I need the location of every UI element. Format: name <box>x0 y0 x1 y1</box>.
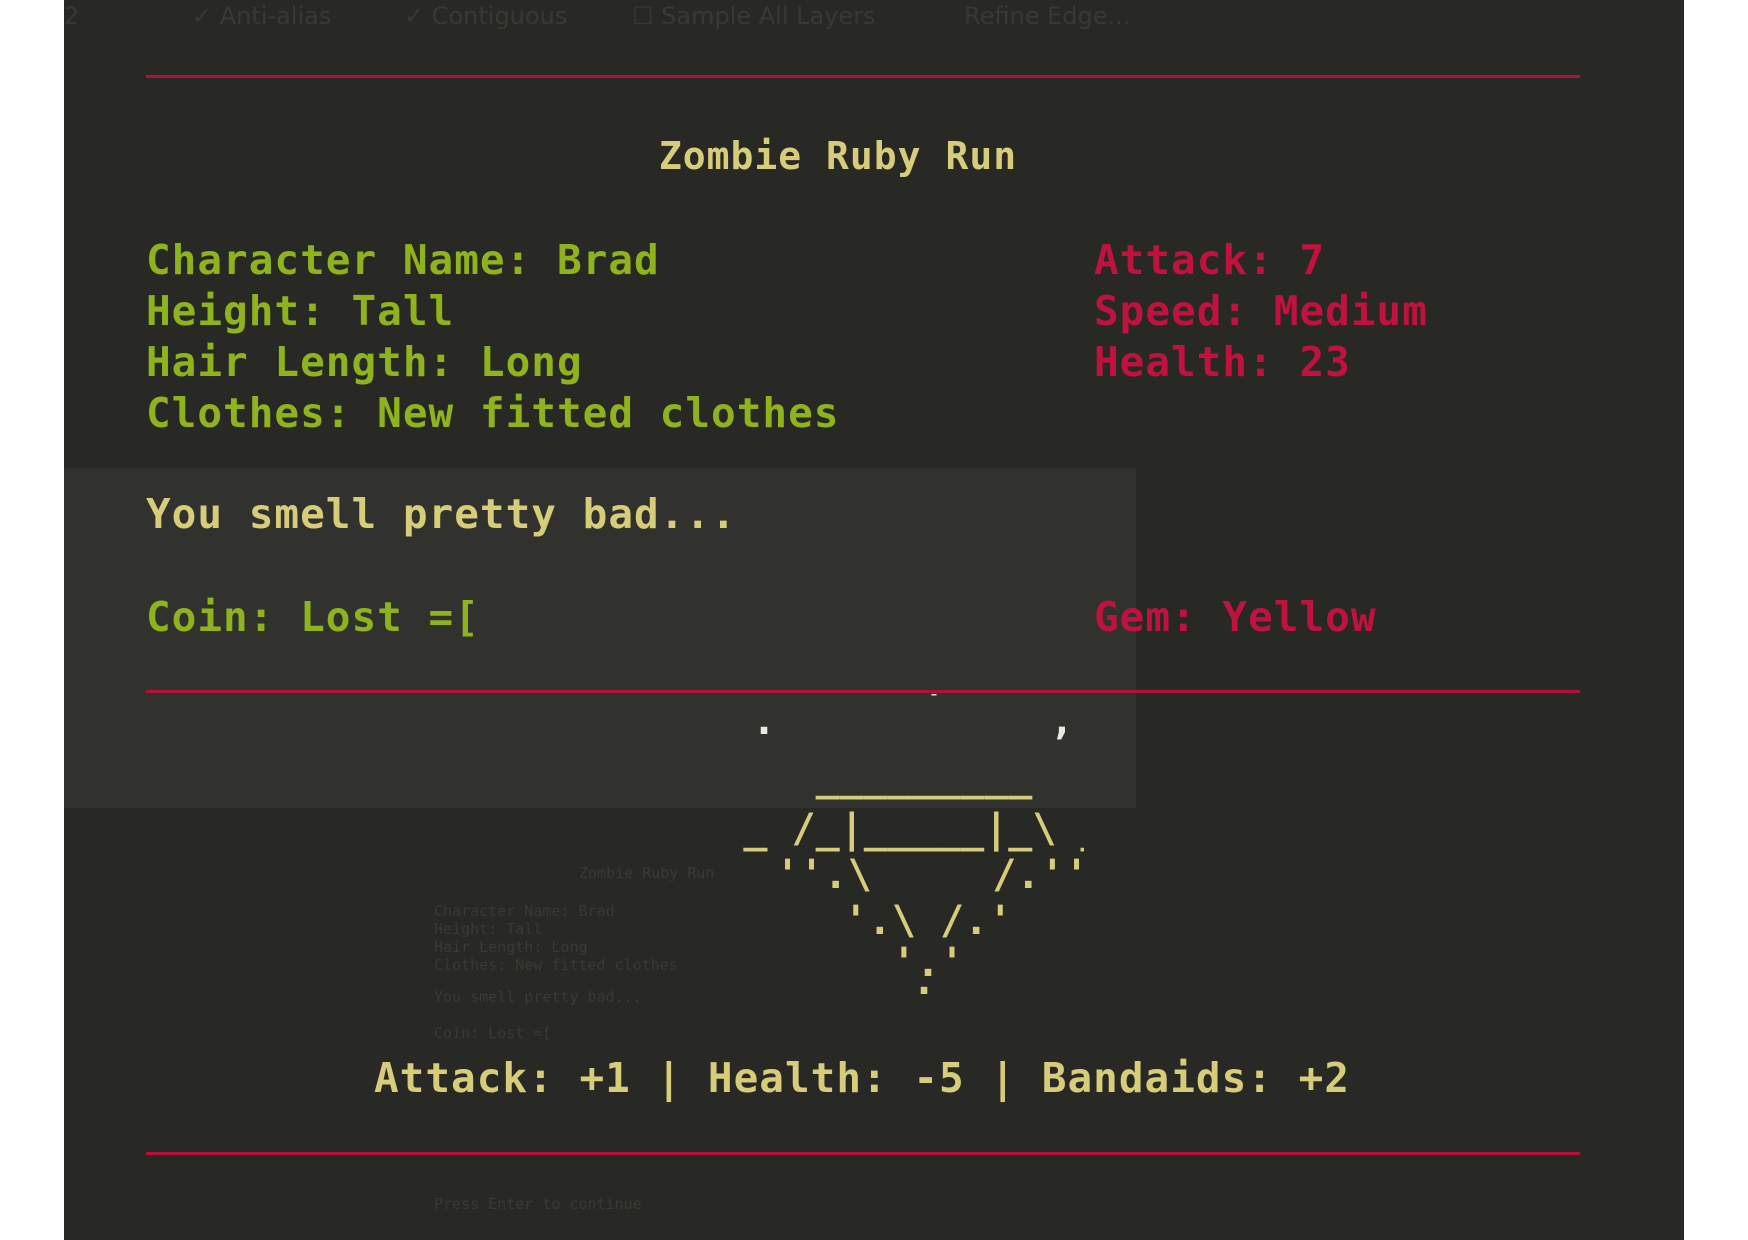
gem-row: _ /_|_____|_\ _ <box>743 806 1084 853</box>
gem-row: . <box>912 958 936 1004</box>
status-message: You smell pretty bad... <box>146 490 737 538</box>
gem-row: ''.\ /.'' <box>775 852 1084 898</box>
stat-speed: Speed: Medium <box>1094 287 1428 335</box>
ghost-toolbar-item: 2 <box>64 2 80 30</box>
ghost-text: Press Enter to continue <box>434 1195 642 1213</box>
game-title: Zombie Ruby Run <box>658 134 1018 178</box>
stat-attack: Attack: 7 <box>1094 236 1326 284</box>
character-clothes: Clothes: New fitted clothes <box>146 389 840 437</box>
ghost-text: Hair Length: Long <box>434 938 588 956</box>
ghost-text: Height: Tall <box>434 920 543 938</box>
gem-status: Gem: Yellow <box>1094 593 1377 641</box>
divider-middle <box>146 690 1580 693</box>
gem-row: '.\ /.' <box>844 898 1013 944</box>
ghost-toolbar-item: ✓ Anti-alias <box>192 2 332 30</box>
gem-sparkle: ' <box>922 694 946 724</box>
gem-sparkle: , <box>1050 698 1074 744</box>
gem-ascii-art: . ' , _________ _ /_|_____|_\ _ ''.\ /.'… <box>743 694 1084 1004</box>
character-hair-length: Hair Length: Long <box>146 338 583 386</box>
gem-sparkle: . <box>752 698 776 744</box>
divider-top <box>146 75 1580 78</box>
ghost-toolbar-item: ✓ Contiguous <box>404 2 568 30</box>
ghost-toolbar-item: ☐ Sample All Layers <box>632 2 876 30</box>
character-name: Character Name: Brad <box>146 236 660 284</box>
ghost-toolbar-item: Refine Edge... <box>964 2 1131 30</box>
ghost-toolbar: 2 ✓ Anti-alias ✓ Contiguous ☐ Sample All… <box>64 0 1684 34</box>
game-terminal: 2 ✓ Anti-alias ✓ Contiguous ☐ Sample All… <box>64 0 1684 1240</box>
character-height: Height: Tall <box>146 287 455 335</box>
ghost-text: You smell pretty bad... <box>434 988 642 1006</box>
gem-row: _________ <box>816 754 1034 800</box>
ghost-text: Character Name: Brad <box>434 902 615 920</box>
stat-health: Health: 23 <box>1094 338 1351 386</box>
divider-bottom <box>146 1152 1580 1155</box>
ghost-text: Coin: Lost =[ <box>434 1024 552 1042</box>
bonus-summary: Attack: +1 | Health: -5 | Bandaids: +2 <box>374 1054 1350 1102</box>
coin-status: Coin: Lost =[ <box>146 593 480 641</box>
